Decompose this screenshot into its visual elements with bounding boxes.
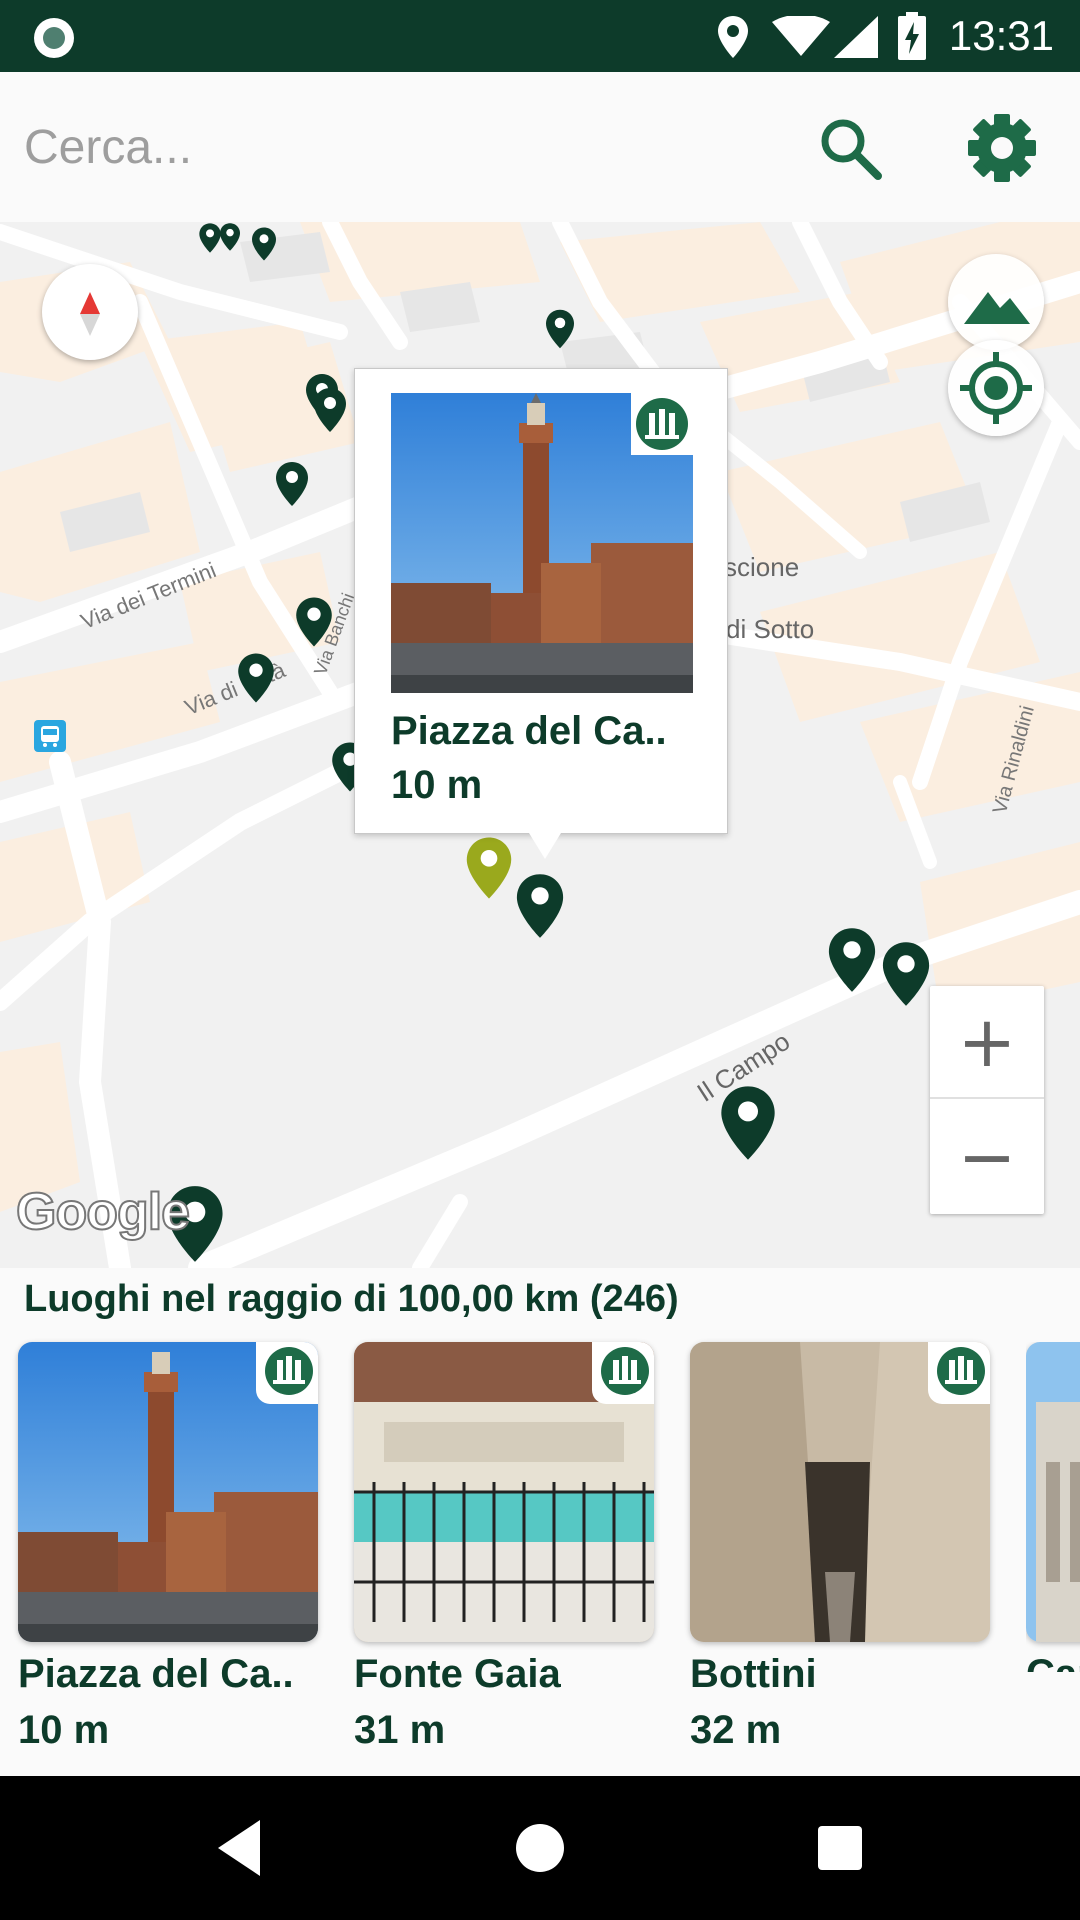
street-label-di-sotto: di Sotto: [726, 614, 815, 644]
place-card[interactable]: Fonte Gaia 31 m: [354, 1342, 654, 1752]
battery-charging-icon: [898, 12, 926, 60]
info-window-title: Piazza del Ca..: [391, 709, 667, 753]
status-bar: 13:31: [0, 0, 1080, 72]
place-distance: 32 m: [690, 1708, 782, 1752]
nice-places-badge: [256, 1342, 318, 1404]
place-distance: 31 m: [354, 1708, 446, 1752]
info-window-pointer: [529, 833, 561, 859]
recents-icon: [818, 1826, 862, 1870]
map-marker[interactable]: [312, 386, 348, 434]
signal-icon: [834, 16, 878, 58]
my-location-icon: [960, 352, 1032, 424]
search-button[interactable]: [816, 114, 886, 184]
app-notification-icon: [34, 18, 74, 58]
map-marker[interactable]: [274, 460, 310, 508]
location-icon: [718, 16, 748, 58]
nice-places-badge: [928, 1342, 990, 1404]
place-photo: [18, 1342, 318, 1642]
place-distance: 10 m: [18, 1708, 110, 1752]
place-card[interactable]: Bottini 32 m: [690, 1342, 990, 1752]
nice-places-badge: [631, 393, 693, 455]
gear-icon: [968, 114, 1036, 182]
map-marker[interactable]: [718, 1082, 778, 1164]
zoom-out-button[interactable]: −: [930, 1100, 1044, 1213]
map-marker[interactable]: [880, 938, 932, 1010]
google-logo: Google: [15, 1182, 191, 1242]
info-window-distance: 10 m: [391, 763, 483, 807]
place-card[interactable]: Piazza del Ca.. 10 m: [18, 1342, 318, 1752]
settings-button[interactable]: [966, 112, 1038, 184]
search-input[interactable]: [24, 112, 784, 182]
nice-places-badge: [592, 1342, 654, 1404]
search-bar: [0, 72, 1080, 222]
clock: 13:31: [948, 12, 1054, 59]
zoom-controls: + −: [930, 986, 1044, 1214]
map-marker[interactable]: [294, 594, 334, 650]
back-icon: [218, 1820, 260, 1876]
zoom-in-button[interactable]: +: [930, 986, 1044, 1099]
selected-map-marker[interactable]: [464, 834, 514, 902]
nearby-places-panel: Luoghi nel raggio di 100,00 km (246) Pia…: [0, 1268, 1080, 1776]
map-marker[interactable]: [236, 650, 276, 706]
terrain-icon: [964, 292, 1030, 324]
place-title: Bottini: [690, 1652, 817, 1696]
place-card[interactable]: Cap 47: [1026, 1342, 1080, 1672]
place-photo: [354, 1342, 654, 1642]
navigation-bar: [0, 1776, 1080, 1920]
place-photo: [1026, 1342, 1080, 1642]
place-title: Cap: [1026, 1652, 1080, 1672]
back-button[interactable]: [200, 1808, 280, 1888]
map-marker[interactable]: [250, 226, 278, 262]
map-marker[interactable]: [216, 222, 244, 252]
map-marker[interactable]: [514, 870, 566, 942]
home-button[interactable]: [500, 1808, 580, 1888]
place-photo: [690, 1342, 990, 1642]
map-view[interactable]: Via dei Termini Via di Città Via Banchi …: [0, 222, 1080, 1268]
recents-button[interactable]: [800, 1808, 880, 1888]
street-label-scione: scione: [724, 552, 800, 582]
map-marker[interactable]: [544, 308, 576, 350]
marker-info-window[interactable]: Piazza del Ca.. 10 m: [354, 368, 728, 859]
bus-stop-icon[interactable]: [34, 720, 66, 752]
map-marker[interactable]: [826, 924, 878, 996]
home-icon: [516, 1824, 564, 1872]
my-location-button[interactable]: [948, 340, 1044, 436]
app-screen: 13:31 Cerca... Via dei Termini Via di Ci…: [0, 0, 1080, 1920]
place-title: Piazza del Ca..: [18, 1652, 294, 1696]
search-icon: [821, 119, 882, 180]
info-window-photo: [391, 393, 693, 693]
map-type-button[interactable]: [948, 254, 1044, 350]
place-title: Fonte Gaia: [354, 1652, 561, 1696]
places-heading: Luoghi nel raggio di 100,00 km (246): [24, 1278, 679, 1320]
wifi-icon: [772, 16, 830, 56]
compass-icon: [80, 292, 100, 336]
compass-button[interactable]: [42, 264, 138, 360]
